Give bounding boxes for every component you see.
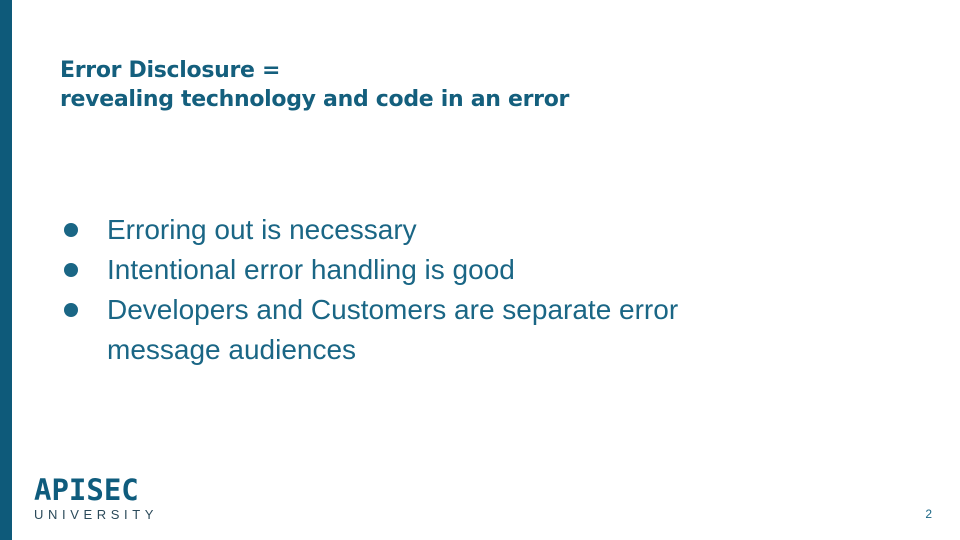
- slide: Error Disclosure = revealing technology …: [0, 0, 960, 540]
- bullet-text: Intentional error handling is good: [107, 254, 515, 285]
- apisec-university-logo: APISEC UNIVERSITY: [34, 474, 164, 524]
- bullet-dot-icon: [64, 263, 78, 277]
- logo-subtitle: UNIVERSITY: [34, 507, 159, 522]
- slide-title: Error Disclosure = revealing technology …: [60, 56, 569, 114]
- slide-title-line-2: revealing technology and code in an erro…: [60, 87, 570, 112]
- bullet-item: Intentional error handling is good: [64, 250, 764, 290]
- logo-wordmark: APISEC: [34, 473, 139, 507]
- bullet-dot-icon: [64, 223, 78, 237]
- bullet-item: Erroring out is necessary: [64, 210, 764, 250]
- bullet-text: Erroring out is necessary: [107, 214, 417, 245]
- bullet-item: Developers and Customers are separate er…: [64, 290, 764, 370]
- left-accent-bar: [0, 0, 12, 540]
- bullet-list: Erroring out is necessary Intentional er…: [64, 210, 764, 370]
- bullet-text: Developers and Customers are separate er…: [107, 294, 679, 365]
- page-number: 2: [925, 507, 932, 521]
- bullet-dot-icon: [64, 303, 78, 317]
- slide-title-line-1: Error Disclosure =: [60, 58, 281, 83]
